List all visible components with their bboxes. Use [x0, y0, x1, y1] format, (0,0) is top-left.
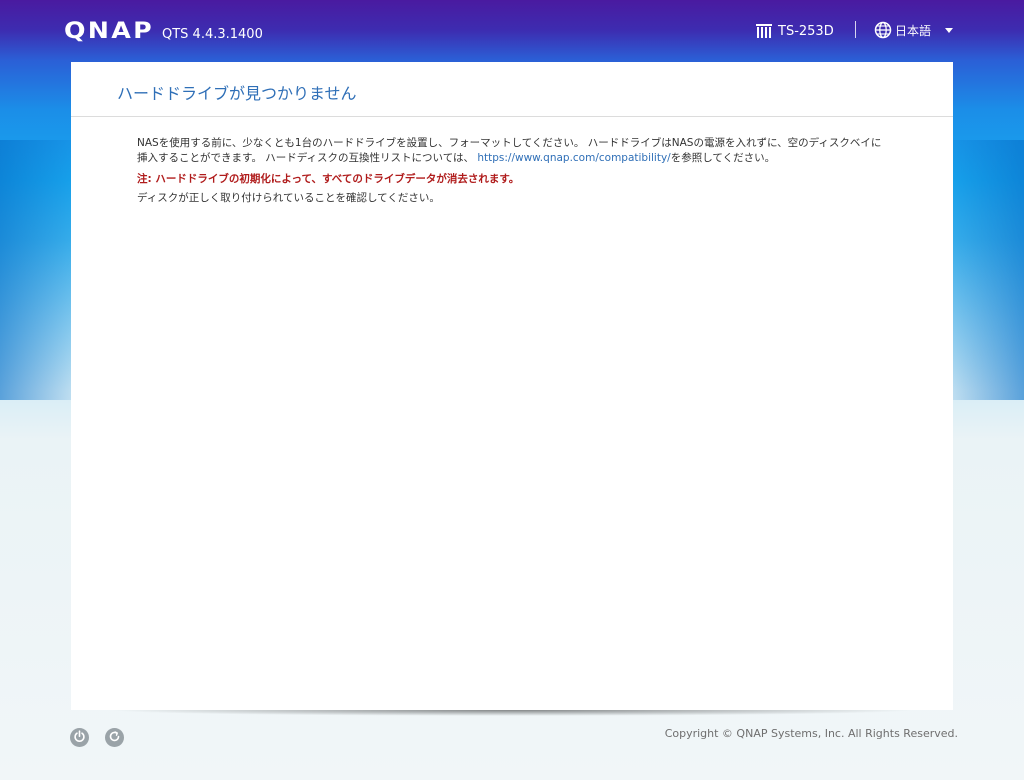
- footer-actions: [70, 728, 140, 747]
- install-instructions: NASを使用する前に、少なくとも1台のハードドライブを設置し、フォーマットしてく…: [137, 136, 887, 166]
- nas-model: TS-253D: [756, 21, 834, 41]
- power-button[interactable]: [70, 728, 89, 747]
- copyright-text: Copyright © QNAP Systems, Inc. All Right…: [664, 727, 958, 740]
- qnap-logo: QNAP: [64, 19, 155, 44]
- restart-icon: [108, 728, 121, 747]
- language-label: 日本語: [895, 23, 932, 38]
- main-panel: ハードドライブが見つかりません NASを使用する前に、少なくとも1台のハードドラ…: [71, 62, 953, 710]
- title-divider: [71, 116, 953, 117]
- page-title: ハードドライブが見つかりません: [117, 84, 357, 103]
- restart-button[interactable]: [105, 728, 124, 747]
- header-divider: [855, 21, 856, 38]
- chevron-down-icon: [945, 27, 954, 33]
- nas-device-icon: [756, 24, 772, 38]
- language-selector[interactable]: 日本語: [874, 20, 954, 40]
- firmware-version: QTS 4.4.3.1400: [162, 27, 263, 42]
- instructions-text-end: を参照してください。: [670, 152, 776, 164]
- compatibility-link[interactable]: https://www.qnap.com/compatibility/: [477, 152, 670, 164]
- message-content: NASを使用する前に、少なくとも1台のハードドライブを設置し、フォーマットしてく…: [137, 136, 887, 206]
- globe-icon: [874, 21, 892, 39]
- check-note: ディスクが正しく取り付けられていることを確認してください。: [137, 192, 440, 204]
- panel-shadow: [108, 710, 916, 716]
- warning-text: 注: ハードドライブの初期化によって、すべてのドライブデータが消去されます。: [137, 173, 520, 185]
- power-icon: [73, 728, 86, 747]
- top-header: QNAP QTS 4.4.3.1400 TS-253D 日本語: [0, 0, 1024, 62]
- nas-model-label: TS-253D: [778, 23, 834, 39]
